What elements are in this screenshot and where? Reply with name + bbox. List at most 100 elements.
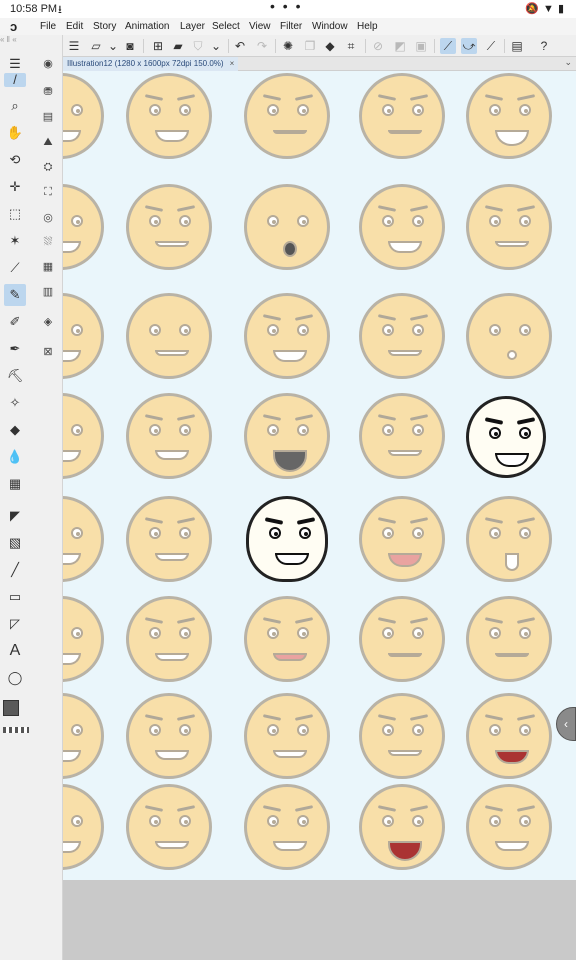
material-icon[interactable]: ⊠ — [39, 343, 57, 361]
zoom-icon[interactable]: ⌕ — [4, 95, 26, 117]
transform-icon[interactable]: ⌗ — [343, 38, 359, 54]
help-icon[interactable]: ? — [536, 38, 552, 54]
emote-face — [126, 693, 212, 779]
frame-icon[interactable]: ▣ — [413, 38, 429, 54]
ruler-line-icon[interactable]: ⟋ — [483, 38, 499, 54]
menu-icon[interactable]: ☰ — [66, 38, 82, 54]
command-bar: ☰ ▱ ⌄ ◙ ⊞ ▰ ⛉ ⌄ ↶ ↷ ✺ ❐ ◆ ⌗ ⊘ ◩ ▣ ⟋ ⤻ ⟋ … — [0, 35, 576, 57]
fill-tool-icon[interactable]: ◤ — [4, 505, 26, 527]
property-icon[interactable]: ▤ — [39, 108, 57, 126]
emote-face — [63, 293, 104, 379]
clear-icon[interactable]: ⊘ — [370, 38, 386, 54]
menu-select[interactable]: Select — [212, 21, 240, 32]
spinner-icon[interactable]: ✺ — [280, 38, 296, 54]
emote-face — [126, 496, 212, 582]
ruler-curve-icon[interactable]: ⤻ — [461, 38, 477, 54]
emote-face — [63, 693, 104, 779]
close-icon[interactable]: × — [230, 59, 235, 68]
panel-icon[interactable]: ▤ — [509, 38, 525, 54]
magic-wand-icon[interactable]: ✶ — [4, 230, 26, 252]
new-canvas-icon[interactable]: ⊞ — [150, 38, 166, 54]
menu-layer[interactable]: Layer — [180, 21, 205, 32]
brush-icon[interactable]: ✒ — [4, 338, 26, 360]
hand-icon[interactable]: ✋ — [4, 122, 26, 144]
transparent-color-swatch[interactable] — [3, 727, 29, 733]
menu-filter[interactable]: Filter — [280, 21, 302, 32]
gradient-icon[interactable]: ▧ — [4, 532, 26, 554]
clip-studio-logo-icon[interactable]: ↄ — [10, 19, 26, 34]
emote-face — [359, 596, 445, 682]
color-set-icon[interactable]: ▦ — [39, 258, 57, 276]
emote-face — [466, 184, 552, 270]
canvas[interactable] — [63, 71, 576, 880]
airbrush-icon[interactable]: ⛏ — [4, 365, 26, 387]
frame-border-icon[interactable]: ▦ — [4, 473, 26, 495]
main-color-swatch[interactable] — [3, 700, 19, 716]
sketch-face — [246, 496, 328, 582]
pen-icon[interactable]: ✎ — [4, 284, 26, 306]
fill-gray-icon[interactable]: ◩ — [392, 38, 408, 54]
chevron-down-icon-tab[interactable]: ⌄ — [564, 57, 572, 68]
menu-help[interactable]: Help — [357, 21, 378, 32]
emote-face — [466, 293, 552, 379]
pencil-icon[interactable]: ✐ — [4, 311, 26, 333]
pen-tab-icon[interactable]: / — [4, 73, 26, 87]
tool-panel: « ‖ « ☰ / ⌕ ✋ ⟲ ✛ ⬚ ✶ ⟋ ✎ ✐ ✒ ⛏ ✧ ◆ 💧 ▦ … — [0, 35, 63, 960]
decoration-icon[interactable]: ✧ — [4, 392, 26, 414]
move-icon[interactable]: ✛ — [4, 176, 26, 198]
menu-animation[interactable]: Animation — [125, 21, 169, 32]
menu-file[interactable]: File — [40, 21, 56, 32]
brush-size-icon[interactable]: ⛰ — [39, 133, 57, 151]
emote-face — [359, 496, 445, 582]
chevron-down-icon-2[interactable]: ⌄ — [208, 38, 224, 54]
menu-view[interactable]: View — [249, 21, 271, 32]
status-bar: 10:58 PM ⭳ • • • 🔕▼▮ — [0, 0, 576, 18]
emote-face — [359, 293, 445, 379]
frame-tool-icon[interactable]: ◸ — [4, 613, 26, 635]
emote-face — [466, 496, 552, 582]
undo-icon[interactable]: ↶ — [232, 38, 248, 54]
blend-icon[interactable]: 💧 — [4, 446, 26, 468]
sub-tool-icon[interactable]: ⛭ — [39, 158, 57, 176]
color-circle-icon[interactable]: ◎ — [39, 209, 57, 227]
emote-face — [63, 596, 104, 682]
rotate-icon[interactable]: ⟲ — [4, 149, 26, 171]
emote-face — [126, 393, 212, 479]
emote-face — [126, 73, 212, 159]
emote-face — [359, 393, 445, 479]
menu-edit[interactable]: Edit — [66, 21, 83, 32]
emblem-icon[interactable]: ◙ — [122, 38, 138, 54]
emote-face — [359, 73, 445, 159]
document-tab[interactable]: Illustration12 (1280 x 1600px 72dpi 150.… — [63, 57, 239, 71]
open-folder-icon[interactable]: ▰ — [170, 38, 186, 54]
text-icon[interactable]: A — [4, 640, 26, 662]
redo-icon[interactable]: ↷ — [254, 38, 270, 54]
emote-face — [244, 784, 330, 870]
eyedropper-icon[interactable]: ⟋ — [4, 257, 26, 279]
color-mix-icon[interactable]: ⛆ — [39, 233, 57, 251]
eraser-icon[interactable]: ◆ — [4, 419, 26, 441]
panel-collapse-icons[interactable]: « ‖ « — [0, 35, 63, 53]
layers-stack-icon[interactable]: ⛃ — [39, 83, 57, 101]
emote-face — [126, 184, 212, 270]
copy-icon[interactable]: ❐ — [302, 38, 318, 54]
menu-story[interactable]: Story — [93, 21, 116, 32]
save-icon[interactable]: ⛉ — [190, 38, 206, 54]
emote-face — [126, 596, 212, 682]
emote-face — [359, 784, 445, 870]
fill-icon[interactable]: ◆ — [322, 38, 338, 54]
emote-face — [244, 393, 330, 479]
status-time: 10:58 PM — [10, 3, 58, 15]
menu-window[interactable]: Window — [312, 21, 348, 32]
timeline-icon[interactable]: ▥ — [39, 283, 57, 301]
selection-icon[interactable]: ⬚ — [4, 203, 26, 225]
shape-icon[interactable]: ▱ — [88, 38, 104, 54]
layer-panel-icon[interactable]: ◈ — [39, 313, 57, 331]
color-wheel-icon[interactable]: ⛶ — [39, 183, 57, 201]
navigator-icon[interactable]: ◉ — [39, 55, 57, 73]
ruler-icon[interactable]: ⟋ — [440, 38, 456, 54]
figure-icon[interactable]: ╱ — [4, 559, 26, 581]
balloon-icon[interactable]: ◯ — [4, 667, 26, 689]
chevron-down-icon[interactable]: ⌄ — [105, 38, 121, 54]
ruler-tool-icon[interactable]: ▭ — [4, 586, 26, 608]
